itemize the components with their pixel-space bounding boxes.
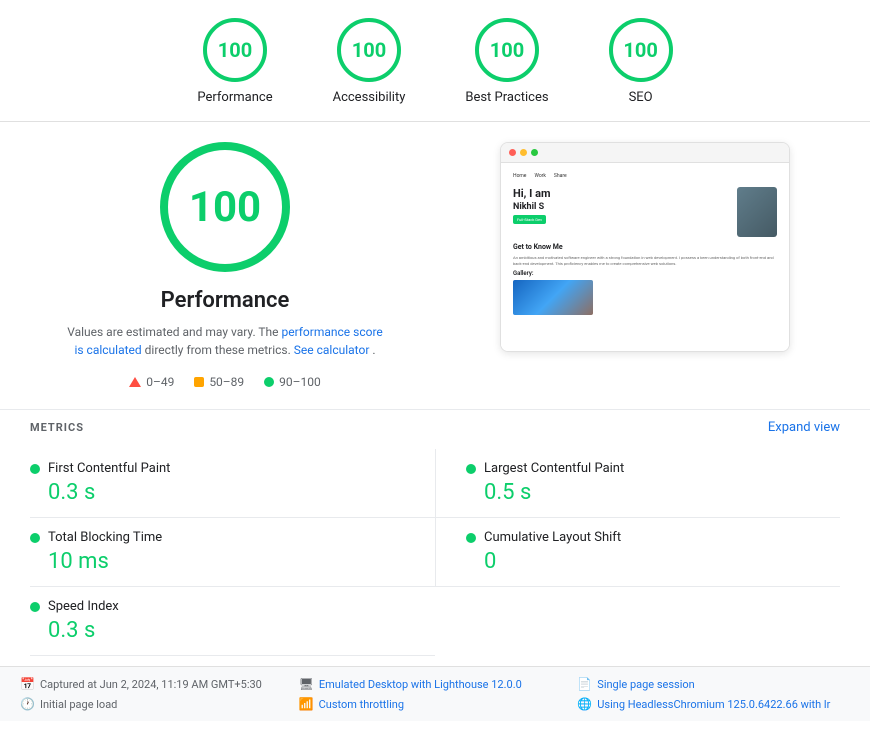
cls-value: 0 xyxy=(484,549,840,574)
fcp-name: First Contentful Paint xyxy=(48,461,170,476)
legend-fail: 0–49 xyxy=(129,375,174,389)
metric-cls: Cumulative Layout Shift 0 xyxy=(435,518,840,587)
calculator-link[interactable]: See calculator xyxy=(294,343,373,357)
metric-lcp-header: Largest Contentful Paint xyxy=(466,461,840,476)
titlebar-close-dot xyxy=(509,149,516,156)
expand-view-button[interactable]: Expand view xyxy=(768,420,840,435)
wifi-icon: 📶 xyxy=(299,697,314,711)
fcp-value: 0.3 s xyxy=(48,480,405,505)
si-value: 0.3 s xyxy=(48,618,405,643)
si-status-dot xyxy=(30,602,40,612)
footer-captured: 📅 Captured at Jun 2, 2024, 11:19 AM GMT+… xyxy=(20,677,293,691)
score-item-best-practices[interactable]: 100 Best Practices xyxy=(465,18,548,105)
metric-fcp: First Contentful Paint 0.3 s xyxy=(30,449,435,518)
metric-lcp: Largest Contentful Paint 0.5 s xyxy=(435,449,840,518)
lcp-status-dot xyxy=(466,464,476,474)
preview-badge: Full-Stack Dev xyxy=(513,215,546,224)
metric-si: Speed Index 0.3 s xyxy=(30,587,435,656)
score-item-seo[interactable]: 100 SEO xyxy=(609,18,673,105)
performance-label: Performance xyxy=(197,90,272,105)
tbt-value: 10 ms xyxy=(48,549,405,574)
tbt-name: Total Blocking Time xyxy=(48,530,162,545)
lcp-value: 0.5 s xyxy=(484,480,840,505)
legend-pass: 90–100 xyxy=(264,375,321,389)
preview-text: Hi, I am Nikhil S Full-Stack Dev xyxy=(513,187,551,227)
score-item-accessibility[interactable]: 100 Accessibility xyxy=(333,18,406,105)
left-panel: 100 Performance Values are estimated and… xyxy=(30,142,420,389)
fcp-status-dot xyxy=(30,464,40,474)
throttling-link[interactable]: Custom throttling xyxy=(319,698,404,711)
metric-fcp-header: First Contentful Paint xyxy=(30,461,405,476)
footer-emulated: 🖥 Emulated Desktop with Lighthouse 12.0.… xyxy=(299,677,572,691)
browser-icon: 🌐 xyxy=(577,697,592,711)
score-bar: 100 Performance 100 Accessibility 100 Be… xyxy=(0,0,870,122)
best-practices-circle: 100 xyxy=(475,18,539,82)
lcp-name: Largest Contentful Paint xyxy=(484,461,624,476)
preview-titlebar xyxy=(501,143,789,163)
metric-tbt-header: Total Blocking Time xyxy=(30,530,405,545)
preview-description: An ambitious and motivated software engi… xyxy=(513,255,777,266)
footer-initial-load: 🕐 Initial page load xyxy=(20,697,293,711)
titlebar-max-dot xyxy=(531,149,538,156)
page-icon: 📄 xyxy=(577,677,592,691)
headless-link[interactable]: Using HeadlessChromium 125.0.6422.66 wit… xyxy=(597,698,830,711)
tbt-status-dot xyxy=(30,533,40,543)
footer-bar: 📅 Captured at Jun 2, 2024, 11:19 AM GMT+… xyxy=(0,666,870,721)
right-panel: Home Work Share Hi, I am Nikhil S Full-S… xyxy=(450,142,840,389)
preview-section-title: Get to Know Me xyxy=(513,243,777,251)
performance-circle: 100 xyxy=(203,18,267,82)
metric-si-header: Speed Index xyxy=(30,599,405,614)
metrics-title: METRICS xyxy=(30,421,84,434)
best-practices-label: Best Practices xyxy=(465,90,548,105)
metrics-header: METRICS Expand view xyxy=(30,410,840,445)
preview-person-image xyxy=(737,187,777,237)
average-icon xyxy=(194,377,204,387)
accessibility-circle: 100 xyxy=(337,18,401,82)
metric-tbt: Total Blocking Time 10 ms xyxy=(30,518,435,587)
app-container: 100 Performance 100 Accessibility 100 Be… xyxy=(0,0,870,751)
cls-status-dot xyxy=(466,533,476,543)
calendar-icon: 📅 xyxy=(20,677,35,691)
preview-gallery-title: Gallery: xyxy=(513,270,777,277)
main-content: 100 Performance Values are estimated and… xyxy=(0,122,870,409)
main-score-circle: 100 xyxy=(160,142,290,272)
accessibility-label: Accessibility xyxy=(333,90,406,105)
performance-note: Values are estimated and may vary. The p… xyxy=(65,323,385,359)
session-link[interactable]: Single page session xyxy=(597,678,694,691)
titlebar-min-dot xyxy=(520,149,527,156)
seo-circle: 100 xyxy=(609,18,673,82)
cls-name: Cumulative Layout Shift xyxy=(484,530,621,545)
fail-icon xyxy=(129,377,141,387)
footer-headless: 🌐 Using HeadlessChromium 125.0.6422.66 w… xyxy=(577,697,850,711)
preview-gallery-image xyxy=(513,280,593,315)
metrics-grid: First Contentful Paint 0.3 s Largest Con… xyxy=(30,449,840,656)
preview-nav: Home Work Share xyxy=(513,173,777,179)
preview-body: Home Work Share Hi, I am Nikhil S Full-S… xyxy=(501,163,789,351)
pass-icon xyxy=(264,377,274,387)
si-name: Speed Index xyxy=(48,599,119,614)
preview-hero: Hi, I am Nikhil S Full-Stack Dev xyxy=(513,187,777,237)
seo-label: SEO xyxy=(629,90,653,105)
score-item-performance[interactable]: 100 Performance xyxy=(197,18,272,105)
clock-icon: 🕐 xyxy=(20,697,35,711)
footer-session: 📄 Single page session xyxy=(577,677,850,691)
legend-average: 50–89 xyxy=(194,375,244,389)
main-title: Performance xyxy=(161,288,290,313)
metrics-section: METRICS Expand view First Contentful Pai… xyxy=(0,410,870,666)
desktop-icon: 🖥 xyxy=(299,677,314,691)
score-legend: 0–49 50–89 90–100 xyxy=(129,375,321,389)
metric-cls-header: Cumulative Layout Shift xyxy=(466,530,840,545)
footer-throttling: 📶 Custom throttling xyxy=(299,697,572,711)
emulated-link[interactable]: Emulated Desktop with Lighthouse 12.0.0 xyxy=(319,678,522,691)
website-preview: Home Work Share Hi, I am Nikhil S Full-S… xyxy=(500,142,790,352)
